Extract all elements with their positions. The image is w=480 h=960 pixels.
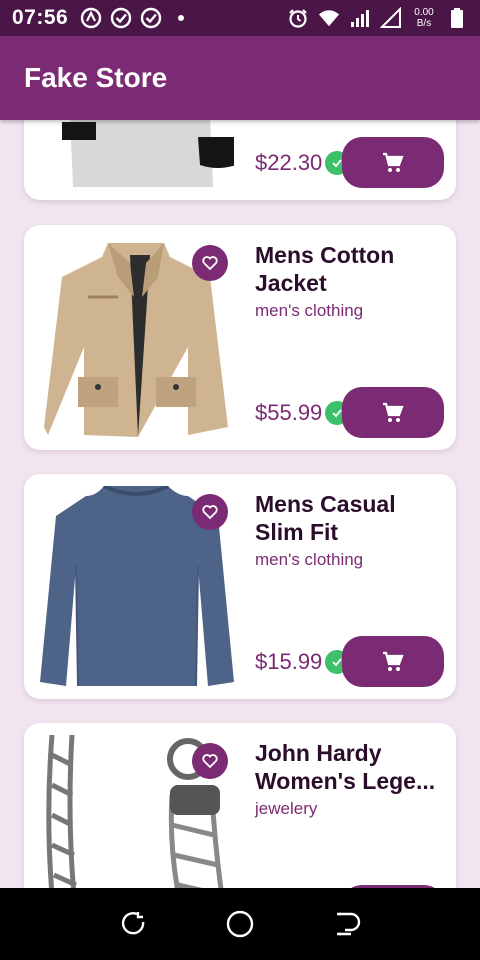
add-to-cart-button[interactable]: [342, 137, 444, 188]
product-category: men's clothing: [255, 550, 364, 569]
product-price: $15.99: [255, 649, 323, 674]
product-title-line1: Mens Casual: [255, 491, 396, 517]
back-icon: [122, 912, 145, 935]
product-title-line1: John Hardy: [255, 740, 382, 766]
app-bar: Fake Store: [0, 36, 480, 120]
alarm-icon: [287, 7, 309, 29]
product-card[interactable]: John Hardy Women's Lege... jewelery: [24, 723, 456, 888]
status-left-icons: [80, 7, 192, 29]
price-row: $55.99: [255, 400, 350, 426]
net-speed-unit: B/s: [416, 18, 432, 29]
product-list[interactable]: $22.30 Mens Cotton Jacket men's clothing: [0, 120, 480, 888]
tshirt-image: [62, 120, 234, 187]
cart-icon: [383, 651, 404, 671]
add-to-cart-button[interactable]: [342, 636, 444, 687]
favorite-button[interactable]: [192, 494, 228, 530]
vpn-icon: [80, 7, 102, 29]
dot-icon: [170, 7, 192, 29]
product-title-line2: Jacket: [255, 270, 327, 296]
product-title-line2: Women's Lege...: [255, 768, 436, 794]
recents-icon: [336, 912, 360, 936]
cart-icon: [383, 402, 404, 422]
home-button[interactable]: [220, 904, 260, 944]
favorite-button[interactable]: [192, 245, 228, 281]
product-price: $55.99: [255, 400, 323, 425]
net-speed-value: 0.00: [414, 7, 434, 18]
status-right-icons: 0.00 B/s: [287, 7, 468, 29]
product-category: jewelery: [255, 799, 318, 818]
price-row: $22.30: [255, 150, 350, 176]
check-circle-icon: [110, 7, 132, 29]
net-speed: 0.00 B/s: [411, 7, 437, 29]
product-title-line1: Mens Cotton: [255, 242, 395, 268]
product-card[interactable]: Mens Casual Slim Fit men's clothing $15.…: [24, 474, 456, 699]
product-price: $22.30: [255, 150, 323, 175]
product-category: men's clothing: [255, 301, 364, 320]
heart-icon: [202, 256, 218, 271]
product-title-line2: Slim Fit: [255, 519, 339, 545]
heart-icon: [202, 754, 218, 769]
cart-icon: [383, 152, 404, 172]
favorite-button[interactable]: [192, 743, 228, 779]
battery-icon: [446, 7, 468, 29]
home-icon: [226, 910, 254, 938]
product-title: Mens Casual Slim Fit: [255, 490, 445, 546]
heart-icon: [202, 505, 218, 520]
add-to-cart-button[interactable]: [342, 387, 444, 438]
product-title: John Hardy Women's Lege...: [255, 739, 445, 795]
signal-empty-icon: [380, 7, 402, 29]
product-title: Mens Cotton Jacket: [255, 241, 445, 297]
back-button[interactable]: [113, 904, 153, 944]
app-title: Fake Store: [24, 62, 168, 93]
product-card[interactable]: $22.30: [24, 120, 456, 200]
system-nav-bar: [0, 888, 480, 960]
signal-icon: [349, 7, 371, 29]
product-card[interactable]: Mens Cotton Jacket men's clothing $55.99: [24, 225, 456, 450]
check-circle-icon: [140, 7, 162, 29]
status-bar: 07:56 0.00 B/s: [0, 0, 480, 36]
recents-button[interactable]: [327, 904, 367, 944]
price-row: $15.99: [255, 649, 350, 675]
wifi-icon: [318, 7, 340, 29]
status-time: 07:56: [12, 6, 69, 29]
